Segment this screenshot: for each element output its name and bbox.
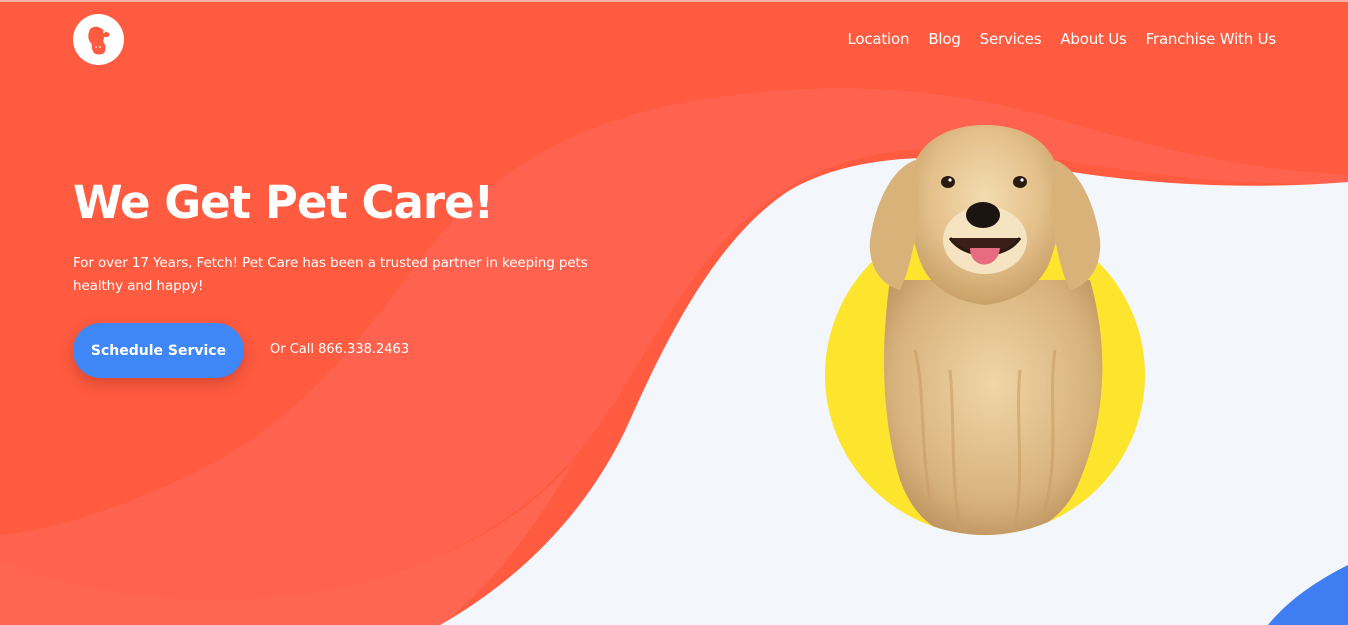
schedule-service-button[interactable]: Schedule Service xyxy=(73,323,244,378)
top-accent-line xyxy=(0,0,1348,2)
nav-franchise[interactable]: Franchise With Us xyxy=(1146,29,1277,49)
nav-services[interactable]: Services xyxy=(980,29,1042,49)
main-nav: Location Blog Services About Us Franchis… xyxy=(828,29,1276,49)
landing-page: Location Blog Services About Us Franchis… xyxy=(0,0,1348,625)
golden-retriever-photo xyxy=(825,125,1145,535)
blue-corner-accent xyxy=(1268,565,1348,625)
hero-subtitle: For over 17 Years, Fetch! Pet Care has b… xyxy=(73,255,588,294)
nav-about-us[interactable]: About Us xyxy=(1060,29,1127,49)
hero-title: We Get Pet Care! xyxy=(73,176,494,229)
dog-cat-logo-icon xyxy=(87,26,109,54)
call-phone-link[interactable]: Or Call 866.338.2463 xyxy=(270,341,409,359)
nav-blog[interactable]: Blog xyxy=(928,29,961,49)
logo[interactable] xyxy=(73,14,124,65)
nav-location[interactable]: Location xyxy=(847,29,909,49)
